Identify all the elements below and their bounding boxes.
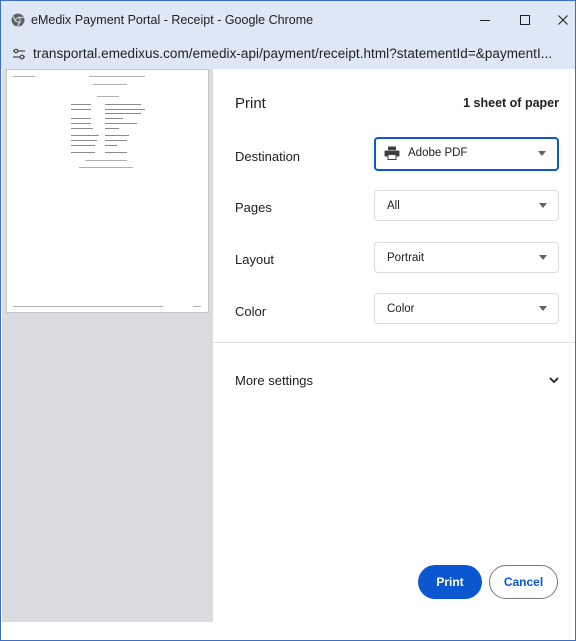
- dropdown-arrow-icon: [539, 255, 547, 260]
- address-bar[interactable]: transportal.emedixus.com/emedix-api/paym…: [1, 39, 575, 69]
- more-settings-toggle[interactable]: More settings: [235, 373, 313, 388]
- chrome-window: eMedix Payment Portal - Receipt - Google…: [0, 0, 576, 641]
- color-value: Color: [387, 303, 415, 315]
- title-bar: eMedix Payment Portal - Receipt - Google…: [1, 1, 575, 39]
- dropdown-arrow-icon: [539, 306, 547, 311]
- dropdown-arrow-icon: [539, 203, 547, 208]
- sheet-count: 1 sheet of paper: [463, 96, 559, 110]
- minimize-icon: [480, 20, 490, 21]
- layout-label: Layout: [235, 252, 275, 267]
- print-settings-pane: Print 1 sheet of paper Destination Adobe…: [213, 69, 575, 622]
- close-button[interactable]: [547, 7, 576, 33]
- print-title: Print: [235, 95, 266, 112]
- layout-value: Portrait: [387, 252, 425, 264]
- destination-value: Adobe PDF: [408, 147, 468, 159]
- chevron-down-icon[interactable]: [549, 377, 559, 384]
- pages-value: All: [387, 200, 400, 212]
- cancel-button[interactable]: Cancel: [489, 565, 558, 599]
- maximize-icon: [520, 15, 530, 25]
- pages-label: Pages: [235, 200, 272, 215]
- url-text[interactable]: transportal.emedixus.com/emedix-api/paym…: [33, 46, 552, 61]
- chrome-icon: [11, 13, 25, 27]
- section-divider: [213, 342, 575, 343]
- destination-label: Destination: [235, 149, 301, 164]
- printer-icon: [384, 146, 400, 160]
- page-preview-thumbnail: [6, 69, 209, 313]
- color-label: Color: [235, 304, 267, 319]
- site-settings-icon[interactable]: [12, 48, 26, 60]
- close-icon: [558, 15, 568, 25]
- layout-select[interactable]: Portrait: [374, 242, 559, 273]
- window-title: eMedix Payment Portal - Receipt - Google…: [31, 13, 314, 27]
- minimize-button[interactable]: [469, 7, 501, 33]
- dropdown-arrow-icon: [538, 151, 546, 156]
- print-button[interactable]: Print: [418, 565, 482, 599]
- print-preview-pane: [2, 69, 213, 622]
- window-bottom-strip: [2, 622, 575, 640]
- maximize-button[interactable]: [509, 7, 541, 33]
- color-select[interactable]: Color: [374, 293, 559, 324]
- pages-select[interactable]: All: [374, 190, 559, 221]
- destination-select[interactable]: Adobe PDF: [374, 137, 559, 171]
